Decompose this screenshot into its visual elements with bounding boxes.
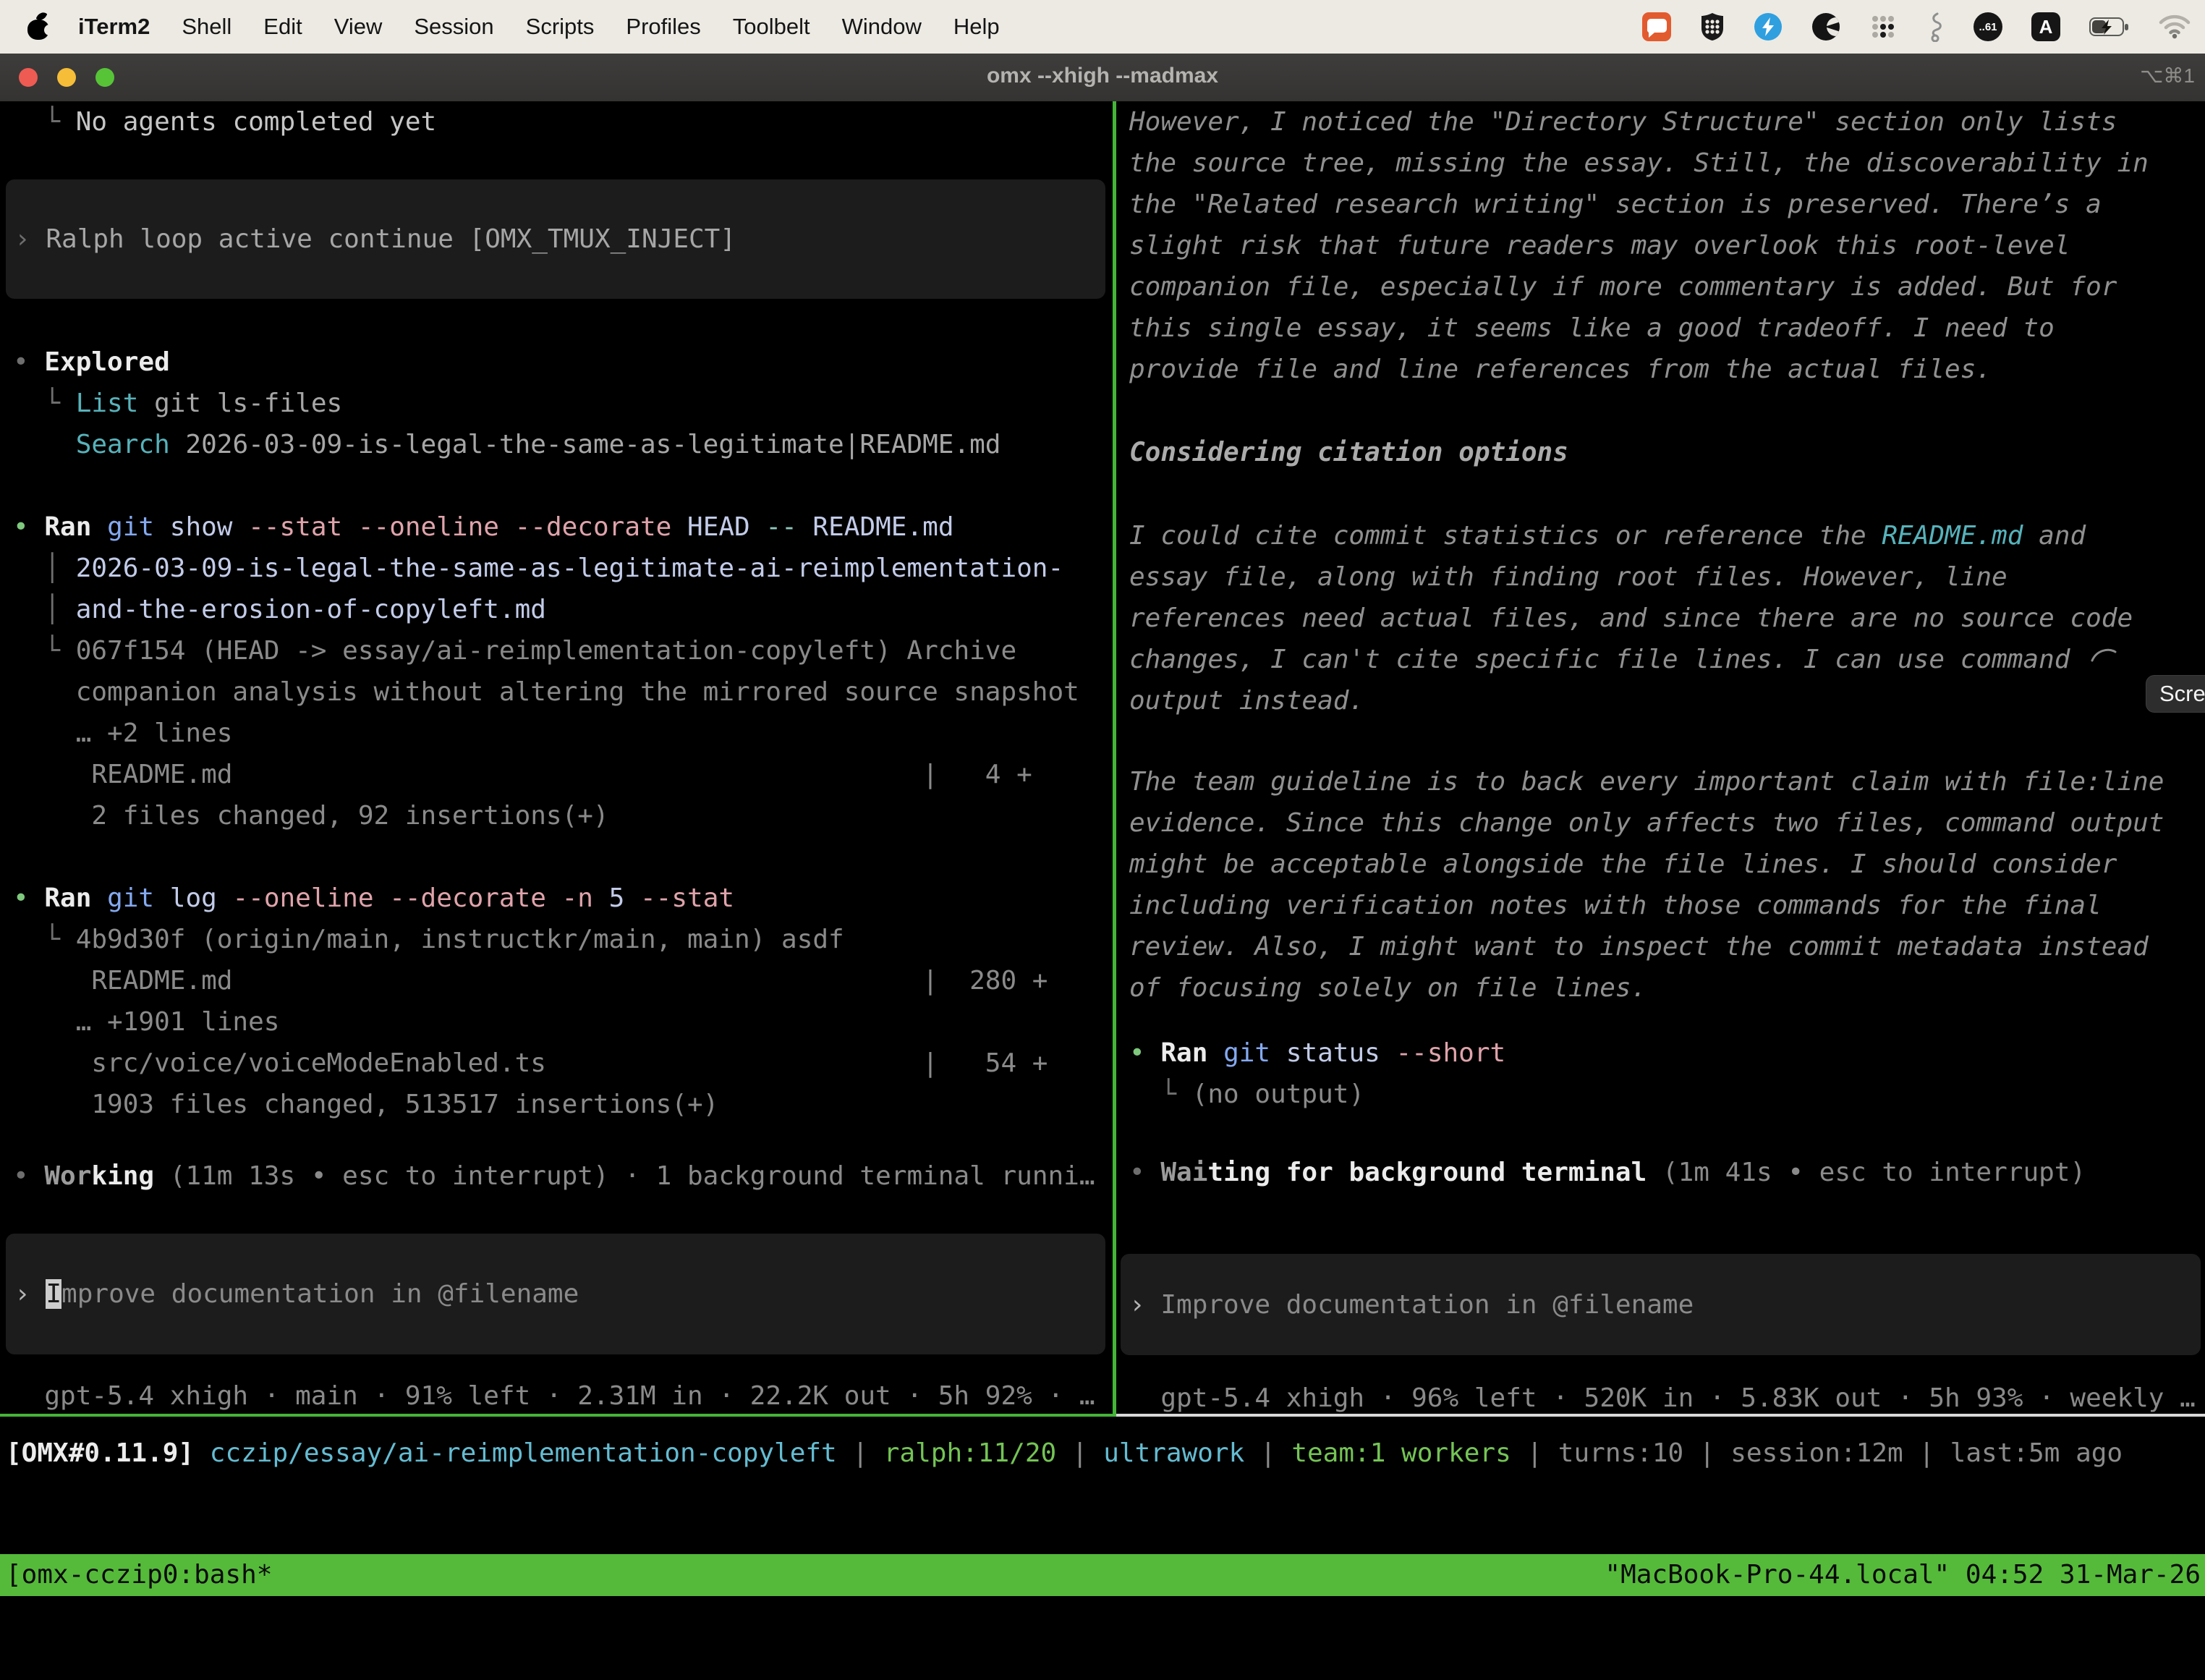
menu-item-scripts[interactable]: Scripts <box>526 14 595 40</box>
thread-squiggle-icon[interactable] <box>1926 12 1945 42</box>
ralph-loop-status-line: › Ralph loop active continue [OMX_TMUX_I… <box>14 219 736 260</box>
prompt-input-right-text: › Improve documentation in @filename <box>1129 1284 1694 1325</box>
terminal-line: └ 4b9d30f (origin/main, instructkr/main,… <box>13 919 1113 960</box>
terminal-line: 1903 files changed, 513517 insertions(+) <box>13 1084 1113 1125</box>
menu-item-profiles[interactable]: Profiles <box>626 14 700 40</box>
thinking-line: including verification notes with those … <box>1129 885 2205 926</box>
apple-menu-icon[interactable] <box>26 11 51 43</box>
terminal-line: │ 2026-03-09-is-legal-the-same-as-legiti… <box>13 548 1113 589</box>
battery-percent-badge-icon[interactable]: ..61 <box>1974 12 2002 41</box>
terminal-line: └ No agents completed yet <box>13 101 1113 143</box>
battery-icon[interactable] <box>2089 17 2130 37</box>
screen-tooltip[interactable]: Scre <box>2146 675 2205 713</box>
omx-status-line: [OMX#0.11.9] cczip/essay/ai-reimplementa… <box>0 1417 2205 1495</box>
messages-icon[interactable] <box>1642 12 1671 41</box>
tmux-session-label: [omx-cczip0:bash* <box>6 1554 272 1596</box>
prompt-input-left[interactable]: › Improve documentation in @filename <box>6 1234 1105 1354</box>
thinking-line: output instead. <box>1129 680 2205 721</box>
menu-item-session[interactable]: Session <box>414 14 493 40</box>
a-app-badge-icon[interactable]: A <box>2031 12 2060 41</box>
terminal-line: README.md | 280 + <box>13 960 1113 1001</box>
cursor-arc-mark <box>2091 646 2117 663</box>
thinking-line: might be acceptable alongside the file l… <box>1129 844 2205 885</box>
thinking-line: The team guideline is to back every impo… <box>1129 761 2205 802</box>
thinking-line: However, I noticed the "Directory Struct… <box>1129 101 2205 143</box>
terminal-line: … +2 lines <box>13 713 1113 754</box>
dots-grid-icon[interactable] <box>1869 13 1897 41</box>
thinking-line: the "Related research writing" section i… <box>1129 184 2205 225</box>
terminal-line: • Explored <box>13 341 1113 383</box>
thinking-line: the source tree, missing the essay. Stil… <box>1129 143 2205 184</box>
terminal-content: └ No agents completed yet › Ralph loop a… <box>0 101 2205 1414</box>
terminal-line: Search 2026-03-09-is-legal-the-same-as-l… <box>13 424 1113 465</box>
left-terminal-pane: └ No agents completed yet › Ralph loop a… <box>0 101 1113 1414</box>
terminal-line: … +1901 lines <box>13 1001 1113 1043</box>
thinking-line: slight risk that future readers may over… <box>1129 225 2205 266</box>
thinking-heading: Considering citation options <box>1129 432 2205 473</box>
shield-grid-icon[interactable] <box>1700 12 1725 41</box>
menu-item-edit[interactable]: Edit <box>263 14 302 40</box>
macos-menu-bar: iTerm2 Shell Edit View Session Scripts P… <box>0 0 2205 54</box>
thinking-line: companion file, especially if more comme… <box>1129 266 2205 307</box>
terminal-line: • Ran git status --short <box>1129 1032 2205 1074</box>
terminal-line: README.md | 4 + <box>13 754 1113 795</box>
wifi-icon[interactable] <box>2159 14 2191 39</box>
model-status-line-left: gpt-5.4 xhigh · main · 91% left · 2.31M … <box>13 1375 1113 1414</box>
menu-item-help[interactable]: Help <box>953 14 1000 40</box>
menu-items: iTerm2 Shell Edit View Session Scripts P… <box>78 14 1032 40</box>
dark-crescent-icon[interactable] <box>1811 12 1840 41</box>
apple-logo-body <box>27 20 49 40</box>
thinking-line: references need actual files, and since … <box>1129 598 2205 639</box>
blue-bolt-badge-icon[interactable] <box>1754 12 1783 41</box>
ralph-loop-status-box[interactable]: › Ralph loop active continue [OMX_TMUX_I… <box>6 179 1105 299</box>
model-status-line-right: gpt-5.4 xhigh · 96% left · 520K in · 5.8… <box>1129 1378 2205 1414</box>
menu-item-shell[interactable]: Shell <box>182 14 231 40</box>
menu-item-view[interactable]: View <box>334 14 383 40</box>
window-shortcut-badge: ⌥⌘1 <box>2140 54 2195 101</box>
thinking-line: evidence. Since this change only affects… <box>1129 802 2205 844</box>
terminal-line: • Ran git log --oneline --decorate -n 5 … <box>13 878 1113 919</box>
prompt-input-right[interactable]: › Improve documentation in @filename <box>1121 1254 2201 1355</box>
menu-item-iterm2[interactable]: iTerm2 <box>78 14 150 40</box>
thinking-line: essay file, along with finding root file… <box>1129 556 2205 598</box>
thinking-line: review. Also, I might want to inspect th… <box>1129 926 2205 967</box>
terminal-line: 2 files changed, 92 insertions(+) <box>13 795 1113 836</box>
terminal-line: companion analysis without altering the … <box>13 671 1113 713</box>
window-title: omx --xhigh --madmax <box>0 54 2205 101</box>
thinking-line: this single essay, it seems like a good … <box>1129 307 2205 349</box>
thinking-line: provide file and line references from th… <box>1129 349 2205 390</box>
waiting-status-line: • Waiting for background terminal (1m 41… <box>1129 1152 2205 1193</box>
terminal-line: └ (no output) <box>1129 1074 2205 1115</box>
window-title-bar: omx --xhigh --madmax ⌥⌘1 <box>0 54 2205 103</box>
working-status-line: • Working (11m 13s • esc to interrupt) ·… <box>13 1155 1113 1197</box>
menu-item-toolbelt[interactable]: Toolbelt <box>733 14 810 40</box>
prompt-input-left-text: › Improve documentation in @filename <box>14 1273 579 1315</box>
thinking-line: changes, I can't cite specific file line… <box>1129 639 2205 680</box>
tmux-status-bar: [omx-cczip0:bash* "MacBook-Pro-44.local"… <box>0 1554 2205 1596</box>
thinking-line: I could cite commit statistics or refere… <box>1129 515 2205 556</box>
menu-status-icons: ..61 A <box>1642 12 2205 42</box>
terminal-line: └ 067f154 (HEAD -> essay/ai-reimplementa… <box>13 630 1113 671</box>
terminal-line: │ and-the-erosion-of-copyleft.md <box>13 589 1113 630</box>
terminal-line: src/voice/voiceModeEnabled.ts | 54 + <box>13 1043 1113 1084</box>
tmux-host-clock: "MacBook-Pro-44.local" 04:52 31-Mar-26 <box>1605 1554 2201 1596</box>
terminal-line: └ List git ls-files <box>13 383 1113 424</box>
thinking-line: of focusing solely on file lines. <box>1129 967 2205 1009</box>
menu-item-window[interactable]: Window <box>842 14 922 40</box>
right-terminal-pane: However, I noticed the "Directory Struct… <box>1116 101 2205 1414</box>
terminal-line: • Ran git show --stat --oneline --decora… <box>13 506 1113 548</box>
